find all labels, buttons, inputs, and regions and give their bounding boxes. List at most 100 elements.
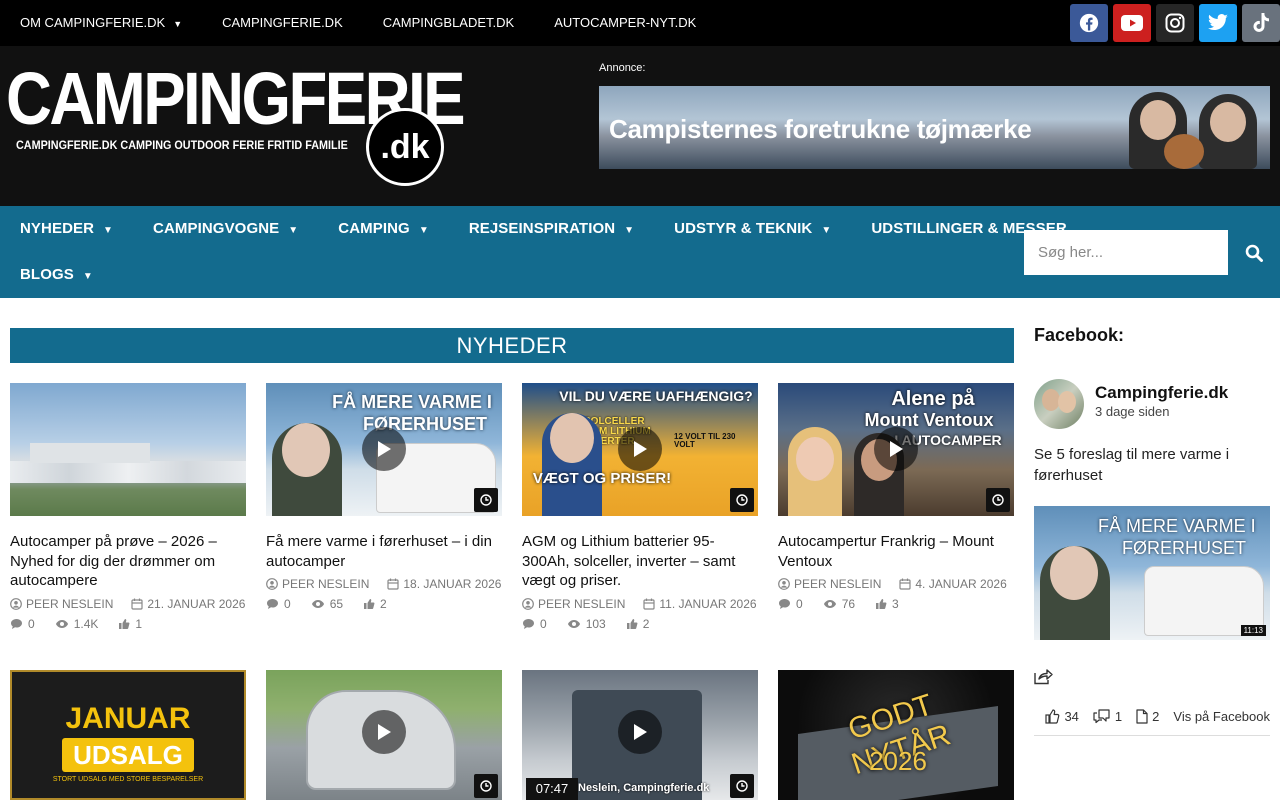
article-author[interactable]: PEER NESLEIN: [794, 577, 881, 591]
nav-udstyr-teknik[interactable]: UDSTYR & TEKNIK ▼: [654, 206, 851, 252]
thumbs-up-icon: [119, 618, 130, 629]
youtube-icon: [1121, 15, 1143, 31]
top-nav-campingferie[interactable]: CAMPINGFERIE.DK: [202, 0, 363, 46]
article-author[interactable]: PEER NESLEIN: [538, 597, 625, 611]
chevron-down-icon: ▼: [82, 271, 93, 282]
view-on-facebook-link[interactable]: Vis på Facebook: [1173, 709, 1270, 724]
thumbnail-caption: 2026: [869, 746, 927, 776]
avatar[interactable]: [1034, 379, 1084, 429]
video-duration-badge: [730, 488, 754, 512]
top-nav-om-campingferie[interactable]: OM CAMPINGFERIE.DK ▼: [0, 0, 202, 46]
person-face: [550, 413, 594, 463]
play-button[interactable]: [362, 427, 406, 471]
user-icon: [10, 597, 22, 610]
social-links: [1070, 4, 1280, 42]
user-icon: [266, 578, 278, 590]
article-author[interactable]: PEER NESLEIN: [282, 577, 369, 591]
article-thumbnail[interactable]: FÅ MERE VARME I FØRERHUSET: [266, 383, 502, 516]
thumbnail-caption: 12 VOLT TIL 230 VOLT: [674, 432, 736, 449]
share-button[interactable]: [1034, 668, 1053, 690]
eye-icon: [823, 600, 836, 608]
article-author[interactable]: PEER NESLEIN: [26, 597, 113, 611]
search-form: [1024, 230, 1280, 275]
view-count: 65: [329, 597, 344, 611]
search-button[interactable]: [1228, 230, 1280, 275]
article-thumbnail[interactable]: [266, 670, 502, 800]
top-nav-autocamper-nyt[interactable]: AUTOCAMPER-NYT.DK: [534, 0, 716, 46]
logo-dk-badge: .dk: [366, 108, 444, 186]
post-time[interactable]: 3 dage siden: [1095, 404, 1169, 419]
article-thumbnail[interactable]: 07:47 Neslein, Campingferie.dk: [522, 670, 758, 800]
chevron-down-icon: ▼: [821, 225, 832, 236]
article-card: Autocamper på prøve – 2026 – Nyhed for d…: [10, 383, 246, 631]
article-meta: PEER NESLEIN 18. JANUAR 2026: [266, 577, 502, 591]
play-icon: [634, 441, 647, 457]
article-thumbnail[interactable]: JANUAR UDSALG STORT UDSALG MED STORE BES…: [10, 670, 246, 800]
article-thumbnail[interactable]: [10, 383, 246, 516]
article-stats: 0 76 3: [778, 597, 1014, 611]
main-nav-row: BLOGS ▼: [0, 252, 113, 298]
user-icon: [522, 597, 534, 610]
ad-banner[interactable]: Campisternes foretrukne tøjmærke: [599, 86, 1270, 169]
like-count: 2: [642, 616, 650, 631]
instagram-button[interactable]: [1156, 4, 1194, 42]
person-face: [796, 437, 834, 481]
post-image[interactable]: FÅ MERE VARME I FØRERHUSET 11:13: [1034, 506, 1270, 640]
nav-camping[interactable]: CAMPING ▼: [318, 206, 449, 252]
thumbnail-caption: STORT UDSALG MED STORE BESPARELSER: [52, 776, 204, 783]
play-button[interactable]: [874, 427, 918, 471]
video-duration: 11:13: [1240, 625, 1266, 636]
twitter-icon: [1208, 14, 1228, 31]
top-nav-label: OM CAMPINGFERIE.DK: [20, 15, 166, 30]
article-thumbnail[interactable]: GODT NYTÅR 2026: [778, 670, 1014, 800]
article-title[interactable]: Få mere varme i førerhuset – i din autoc…: [266, 532, 502, 571]
comment-count: 0: [796, 597, 803, 611]
thumbs-up-icon: [876, 599, 887, 609]
twitter-button[interactable]: [1199, 4, 1237, 42]
caravan-rows-image: [10, 461, 246, 483]
article-card: VIL DU VÆRE UAFHÆNGIG? SOLCELLER AGM LIT…: [522, 383, 758, 631]
chevron-down-icon: ▼: [624, 225, 635, 236]
nav-rejseinspiration[interactable]: REJSEINSPIRATION ▼: [449, 206, 654, 252]
ad-dog-image: [1164, 134, 1204, 169]
ad-text: Campisternes foretrukne tøjmærke: [609, 114, 1032, 144]
nav-nyheder[interactable]: NYHEDER ▼: [0, 206, 133, 252]
article-title[interactable]: Autocampertur Frankrig – Mount Ventoux: [778, 532, 1014, 571]
youtube-button[interactable]: [1113, 4, 1151, 42]
nav-label: BLOGS: [20, 266, 74, 283]
play-button[interactable]: [362, 710, 406, 754]
article-title[interactable]: AGM og Lithium batterier 95-300Ah, solce…: [522, 532, 758, 591]
calendar-icon: [899, 578, 911, 590]
comment-count: 0: [28, 616, 35, 631]
file-icon: [1136, 709, 1148, 724]
facebook-button[interactable]: [1070, 4, 1108, 42]
play-icon: [378, 724, 391, 740]
user-icon: [778, 578, 790, 590]
top-nav-campingbladet[interactable]: CAMPINGBLADET.DK: [363, 0, 534, 46]
site-logo[interactable]: CAMPINGFERIE CAMPINGFERIE.DK CAMPING OUT…: [6, 62, 466, 186]
tiktok-button[interactable]: [1242, 4, 1280, 42]
like-count: 3: [892, 597, 899, 611]
article-meta: PEER NESLEIN 11. JANUAR 2026: [522, 597, 758, 611]
article-thumbnail[interactable]: VIL DU VÆRE UAFHÆNGIG? SOLCELLER AGM LIT…: [522, 383, 758, 516]
thumbnail-caption: Mount Ventoux: [864, 410, 994, 430]
facebook-comment-count: 1: [1114, 709, 1123, 724]
article-stats: 0 103 2: [522, 617, 758, 631]
thumbnail-caption: FÅ MERE VARME I: [1098, 516, 1256, 536]
top-nav-label: CAMPINGFERIE.DK: [222, 15, 343, 30]
article-date: 11. JANUAR 2026: [659, 596, 757, 611]
chevron-down-icon: ▼: [418, 225, 429, 236]
video-duration-badge: [474, 774, 498, 798]
nav-blogs[interactable]: BLOGS ▼: [0, 252, 113, 298]
thumbs-up-icon: [1045, 709, 1060, 724]
play-button[interactable]: [618, 427, 662, 471]
facebook-page-name[interactable]: Campingferie.dk: [1095, 383, 1228, 403]
main-nav-row: NYHEDER ▼ CAMPINGVOGNE ▼ CAMPING ▼ REJSEINS…: [0, 206, 1087, 252]
article-stats: 0 65 2: [266, 597, 502, 611]
article-title[interactable]: Autocamper på prøve – 2026 – Nyhed for d…: [10, 532, 246, 591]
play-button[interactable]: [618, 710, 662, 754]
article-thumbnail[interactable]: Alene på Mount Ventoux i autocamper: [778, 383, 1014, 516]
instagram-icon: [1165, 13, 1185, 33]
search-input[interactable]: [1024, 230, 1228, 275]
nav-campingvogne[interactable]: CAMPINGVOGNE ▼: [133, 206, 318, 252]
